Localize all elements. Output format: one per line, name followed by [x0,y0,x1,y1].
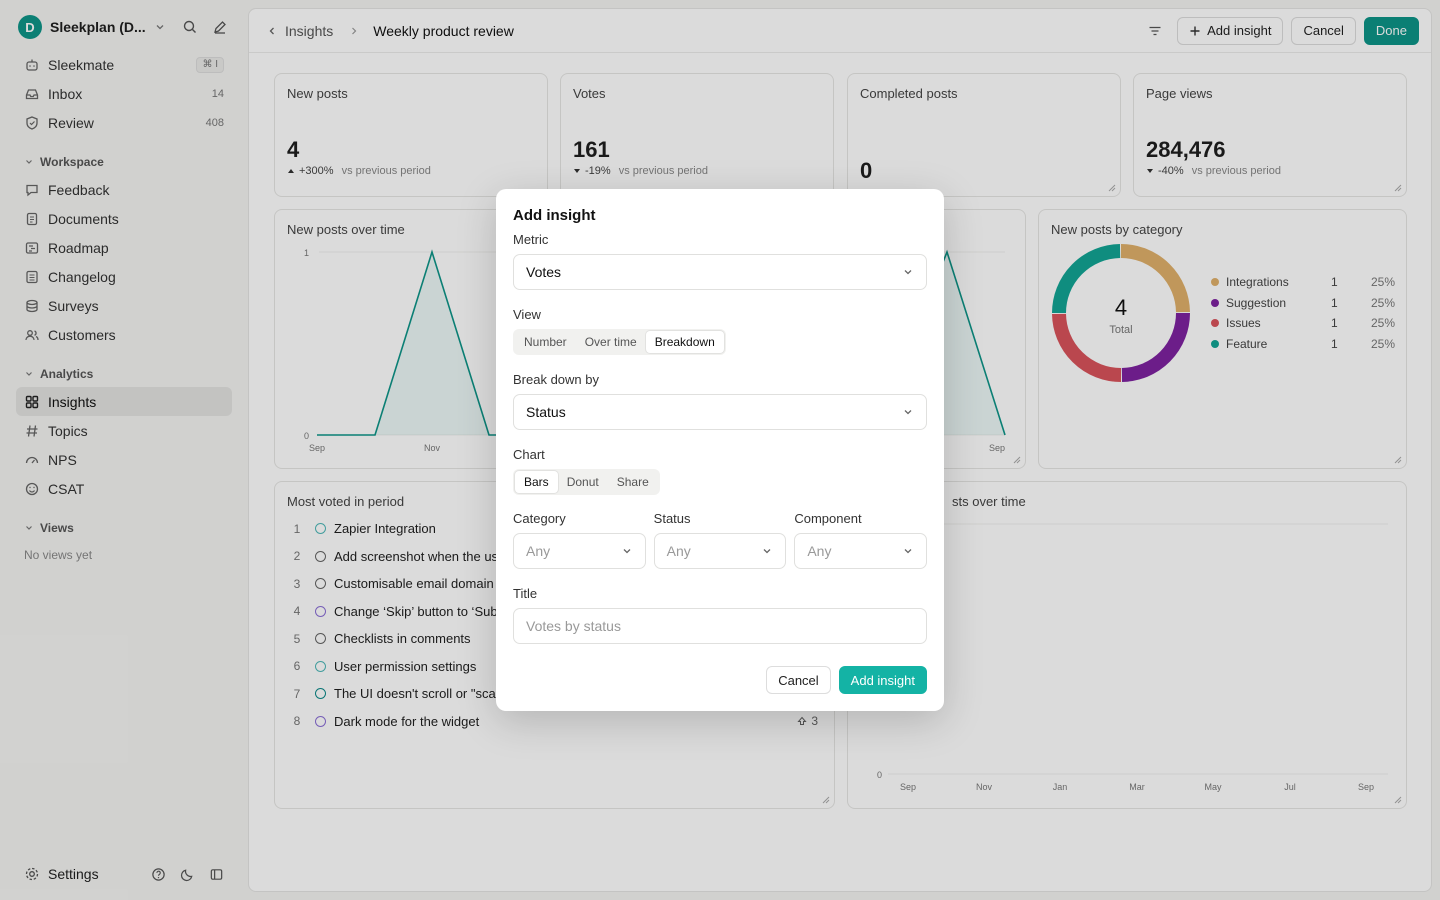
chevron-down-icon [904,549,912,554]
chart-option-donut[interactable]: Donut [558,471,608,493]
breakdown-value: Status [526,404,566,420]
breakdown-label: Break down by [513,372,599,387]
view-option-breakdown[interactable]: Breakdown [645,331,724,353]
chevron-down-icon [763,549,771,554]
component-filter-select[interactable]: Any [794,533,928,569]
add-insight-dialog: Add insight Metric Votes View Number Ove… [496,189,944,711]
view-option-over-time[interactable]: Over time [576,331,646,353]
view-label: View [513,307,541,322]
metric-value: Votes [526,264,562,280]
component-filter-label: Component [794,511,862,526]
chart-label: Chart [513,447,545,462]
chart-segmented-control: Bars Donut Share [513,469,660,495]
dialog-title: Add insight [513,207,596,224]
dialog-add-insight-button[interactable]: Add insight [838,666,927,694]
metric-label: Metric [513,232,549,247]
chevron-down-icon [904,410,912,415]
breakdown-select[interactable]: Status [513,394,927,430]
status-filter-label: Status [653,511,691,526]
chevron-down-icon [623,549,631,554]
category-filter-select[interactable]: Any [513,533,646,569]
category-filter-value: Any [526,543,551,559]
view-segmented-control: Number Over time Breakdown [513,329,726,355]
view-option-number[interactable]: Number [515,331,576,353]
title-label: Title [513,586,538,601]
chart-option-bars[interactable]: Bars [515,471,558,493]
status-filter-select[interactable]: Any [653,533,787,569]
chart-option-share[interactable]: Share [608,471,658,493]
component-filter-value: Any [807,543,832,559]
status-filter-value: Any [666,543,691,559]
chevron-down-icon [904,270,912,275]
dialog-cancel-button[interactable]: Cancel [766,666,831,694]
title-input[interactable]: Votes by status [513,608,927,644]
metric-select[interactable]: Votes [513,254,927,290]
category-filter-label: Category [513,511,566,526]
